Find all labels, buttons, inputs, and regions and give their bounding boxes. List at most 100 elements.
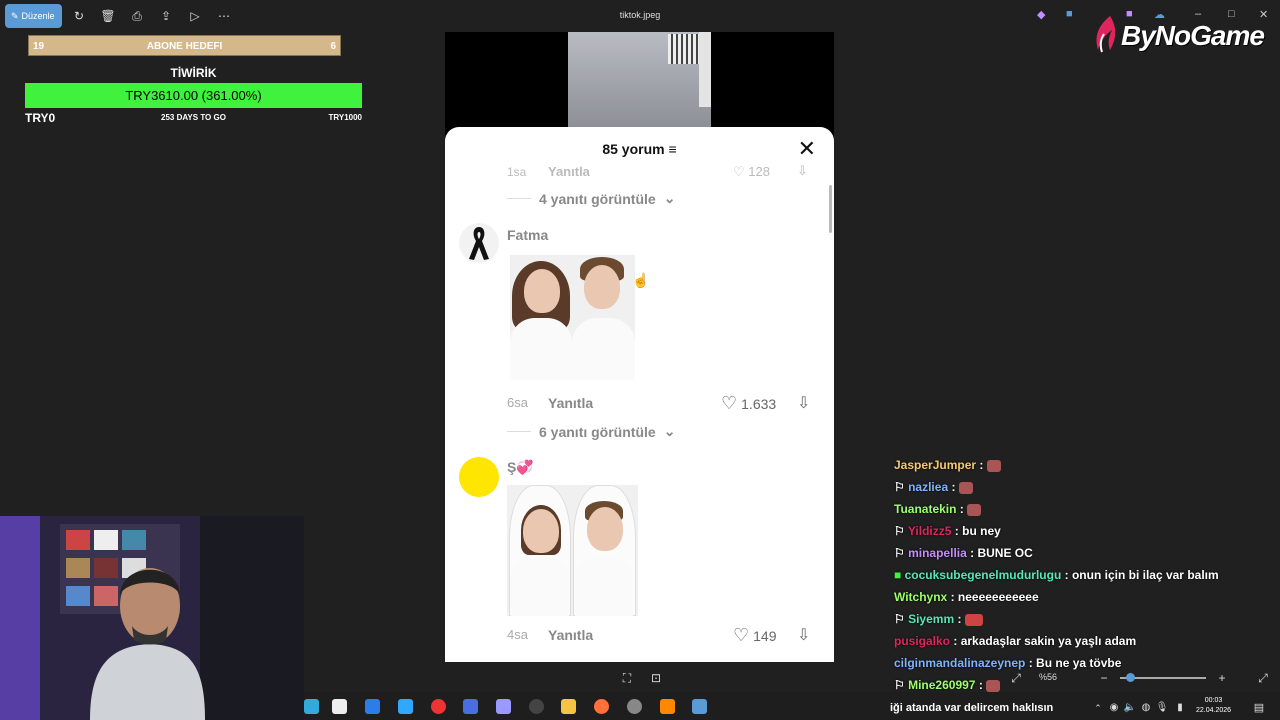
emote-icon [967, 503, 982, 516]
avatar[interactable] [459, 223, 499, 263]
folder-icon[interactable] [561, 699, 576, 714]
network-icon[interactable]: ◍ [1138, 700, 1154, 716]
chat-message: ⚐ Yildizz5 : bu ney [894, 524, 1001, 538]
clock[interactable]: 00:03 22.04.2026 [1196, 696, 1231, 716]
emote-icon [986, 459, 1001, 472]
chat-message: ■ cocuksubegenelmudurlugu : onun için bi… [894, 568, 1219, 582]
chat-message: cilginmandalinazeynep : Bu ne ya tövbe [894, 656, 1122, 670]
chrome-icon[interactable] [431, 699, 446, 714]
badge-icon: ■ [894, 568, 905, 582]
subscriber-goal-bar: 19 ABONE HEDEFI 6 [28, 35, 341, 56]
zoom-in-icon[interactable]: + [1214, 670, 1230, 686]
crop-icon[interactable]: ⊡ [648, 670, 664, 686]
avatar[interactable] [459, 457, 499, 497]
scrollbar[interactable] [829, 185, 832, 233]
goal-title: ABONE HEDEFI [146, 41, 223, 52]
obs-icon[interactable] [529, 699, 544, 714]
filter-icon[interactable]: ≡ [668, 141, 676, 157]
viewer-bottom-bar: ⛶ ⊡ [306, 662, 986, 692]
chat-message: ⚐ Siyemm : [894, 612, 983, 626]
slideshow-icon[interactable]: ▷ [187, 8, 203, 24]
app-icon[interactable] [463, 699, 478, 714]
comment-username[interactable]: Ş💞 [507, 459, 534, 476]
donation-max: TRY1000 [328, 113, 363, 122]
badge-icon: ⚐ [894, 612, 909, 626]
firefox-icon[interactable] [594, 699, 609, 714]
battery-icon[interactable]: ▮ [1172, 700, 1188, 716]
zoom-level[interactable]: %56 [1039, 672, 1057, 682]
chevron-down-icon: ⌄ [663, 190, 676, 206]
badge-icon: ⚐ [894, 546, 909, 560]
photo-viewer-toolbar: ✎ Düzenle ↻ 🗑 ⎙ ⇪ ▷ ⋯ tiktok.jpeg ◆ ■ ■ ☁… [0, 0, 1280, 32]
zoom-out-icon[interactable]: − [1096, 670, 1112, 686]
like-button[interactable]: ♡ 149 [733, 625, 777, 646]
logo-text: ByNoGame [1121, 20, 1265, 51]
webcam-image [0, 516, 304, 720]
badge-icon: ⚐ [894, 524, 908, 538]
heart-icon: ♡ [733, 625, 750, 645]
volume-icon[interactable]: 🔈 [1122, 700, 1138, 716]
reply-button[interactable]: Yanıtla [548, 627, 593, 643]
chat-message: ⚐ minapellia : BUNE OC [894, 546, 1033, 560]
bynogame-logo: ByNoGame [1090, 14, 1270, 58]
chat-message: Witchynx : neeeeeeeeeee [894, 590, 1039, 604]
vlc-icon[interactable] [660, 699, 675, 714]
edit-button[interactable]: ✎ Düzenle [5, 4, 62, 28]
editor-icon[interactable]: ■ [1066, 8, 1073, 20]
chat-message: JasperJumper : [894, 458, 1001, 472]
donation-days-left: 253 DAYS TO GO [161, 113, 226, 122]
app-icon[interactable] [627, 699, 642, 714]
app-icon[interactable] [304, 699, 319, 714]
goal-end: 6 [330, 41, 336, 52]
flame-icon [1096, 16, 1116, 53]
reply-button[interactable]: Yanıtla [548, 164, 590, 179]
premiere-icon[interactable] [496, 699, 511, 714]
comment-photo[interactable] [510, 255, 635, 380]
close-icon[interactable]: ✕ [798, 138, 816, 160]
tray-icon[interactable]: ◉ [1106, 700, 1122, 716]
chat-ticker: iği atanda var delircem haklısın [890, 702, 1054, 714]
share-icon[interactable]: ⇪ [158, 8, 174, 24]
edge-icon[interactable] [365, 699, 380, 714]
donation-goal-title: TİWİRİK [170, 66, 217, 80]
expand-icon[interactable]: ⤢ [1255, 670, 1271, 686]
chat-message: Tuanatekin : [894, 502, 982, 516]
badge-icon: ⚐ [894, 480, 909, 494]
video-thumbnail [568, 32, 711, 127]
like-count[interactable]: ♡ 128 [733, 164, 770, 180]
delete-icon[interactable]: 🗑 [100, 8, 116, 24]
comment-photo[interactable] [507, 485, 638, 616]
view-replies-button[interactable]: 4 yanıtı görüntüle ⌄ [507, 190, 675, 207]
dislike-icon[interactable]: ⇩ [797, 625, 810, 645]
rotate-icon[interactable]: ↻ [71, 8, 87, 24]
fit-icon[interactable]: ⛶ [619, 670, 635, 686]
fullscreen-icon[interactable]: ⤢ [1008, 670, 1024, 686]
emote-icon [964, 613, 983, 626]
comment-username[interactable]: Fatma [507, 227, 548, 243]
notification-icon[interactable]: ▤ [1251, 700, 1267, 716]
store-icon[interactable] [332, 699, 347, 714]
like-button[interactable]: ♡ 1.633 [721, 393, 776, 414]
mic-icon[interactable]: 🎙 [1154, 700, 1170, 716]
dislike-icon[interactable]: ⇩ [797, 163, 808, 179]
webcam-feed [0, 516, 304, 720]
photos-icon[interactable] [692, 699, 707, 714]
reply-button[interactable]: Yanıtla [548, 395, 593, 411]
hand-cursor-icon: ☝ [632, 272, 650, 288]
print-icon[interactable]: ⎙ [129, 8, 145, 24]
chat-message: pusigalko : arkadaşlar sakin ya yaşlı ad… [894, 634, 1137, 648]
view-replies-button[interactable]: 6 yanıtı görüntüle ⌄ [507, 423, 675, 440]
tray-chevron-icon[interactable]: ⌃ [1090, 700, 1106, 716]
comments-title: 85 yorum ≡ [602, 141, 677, 157]
window-title: tiktok.jpeg [619, 10, 661, 20]
copilot-icon[interactable]: ◆ [1037, 8, 1045, 21]
zoom-slider-knob[interactable] [1126, 673, 1135, 682]
edit-label: Düzenle [21, 11, 55, 21]
heart-icon: ♡ [721, 393, 738, 413]
comment-time: 4sa [507, 627, 528, 642]
dislike-icon[interactable]: ⇩ [797, 393, 810, 413]
badge-icon: ⚐ [894, 678, 909, 692]
more-icon[interactable]: ⋯ [216, 8, 232, 24]
comment-time: 6sa [507, 395, 528, 410]
photoshop-icon[interactable] [398, 699, 413, 714]
